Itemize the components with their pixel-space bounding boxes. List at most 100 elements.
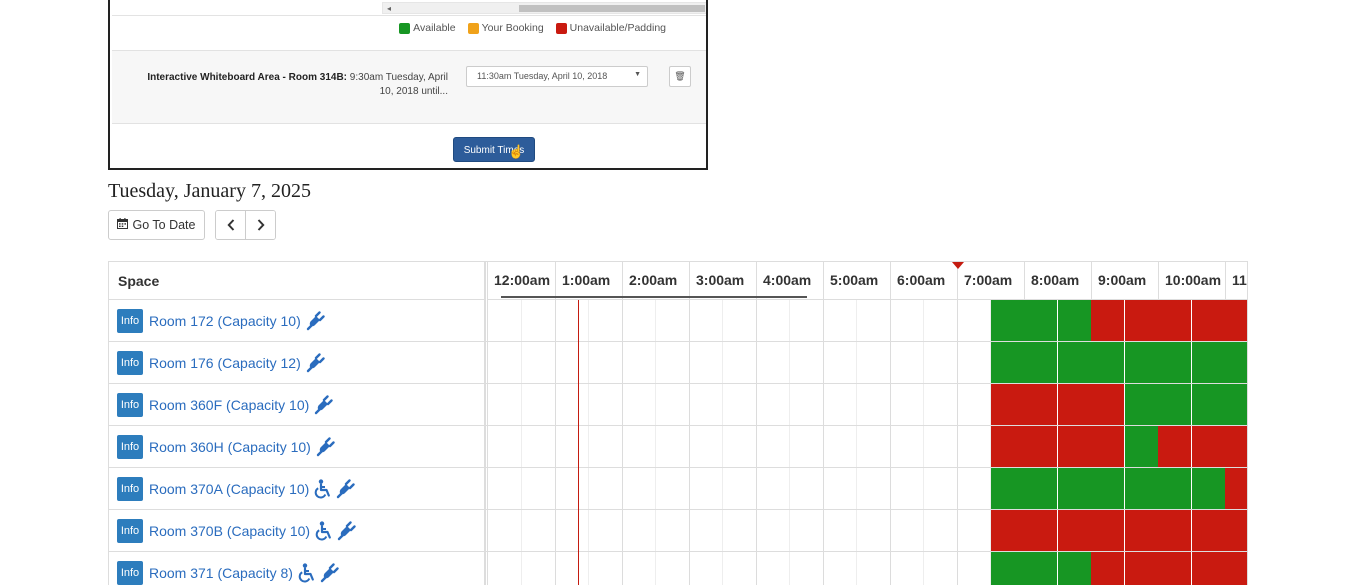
time-slot-available[interactable] (1057, 468, 1092, 509)
time-slot-available[interactable] (1124, 384, 1159, 425)
hour-label: 7:00am (957, 262, 1024, 300)
time-slot-empty (756, 300, 790, 341)
hour-label: 8:00am (1024, 262, 1091, 300)
time-slot-empty (589, 300, 623, 341)
table-row: Info Room 360F (Capacity 10) (109, 384, 1247, 426)
room-link[interactable]: Room 360F (Capacity 10) (149, 397, 309, 413)
time-slot-available[interactable] (1191, 468, 1226, 509)
time-slot-empty (488, 300, 522, 341)
info-button[interactable]: Info (117, 518, 143, 543)
time-slot-available[interactable] (1124, 426, 1159, 467)
time-slot-available[interactable] (1158, 468, 1192, 509)
table-row: Info Room 370B (Capacity 10) (109, 510, 1247, 552)
time-slot-available[interactable] (1191, 384, 1226, 425)
time-slot-empty (957, 510, 991, 551)
space-rows: Info Room 172 (Capacity 10) Info Room 176 (… (109, 300, 1247, 585)
previous-day-button[interactable] (216, 211, 245, 239)
info-button[interactable]: Info (117, 476, 143, 501)
room-link[interactable]: Room 172 (Capacity 10) (149, 313, 301, 329)
time-slot-empty (957, 384, 991, 425)
time-slot-empty (723, 552, 757, 585)
time-slot-unavailable (1191, 552, 1226, 585)
time-slot-available[interactable] (1225, 342, 1247, 383)
time-slot-empty (890, 384, 924, 425)
time-slot-unavailable (1225, 468, 1247, 509)
time-slot-unavailable (1091, 552, 1125, 585)
info-button[interactable]: Info (117, 308, 143, 333)
time-slot-empty (890, 426, 924, 467)
time-slot-empty (957, 468, 991, 509)
time-slot-unavailable (1057, 426, 1092, 467)
time-slot-empty (924, 468, 958, 509)
table-row: Info Room 172 (Capacity 10) (109, 300, 1247, 342)
time-slot-empty (823, 468, 857, 509)
hour-label: 5:00am (823, 262, 890, 300)
trash-icon: 🗑 (669, 66, 691, 87)
info-button[interactable]: Info (117, 392, 143, 417)
time-slot-empty (488, 426, 522, 467)
room-link[interactable]: Room 370A (Capacity 10) (149, 481, 309, 497)
legend-swatch-your-booking (467, 22, 479, 34)
time-slot-empty (890, 552, 924, 585)
info-button[interactable]: Info (117, 350, 143, 375)
time-slot-available[interactable] (1024, 342, 1058, 383)
time-slot-available[interactable] (1024, 468, 1058, 509)
time-slot-empty (857, 426, 891, 467)
time-slot-available[interactable] (1024, 552, 1058, 585)
room-link[interactable]: Room 370B (Capacity 10) (149, 523, 310, 539)
time-slot-unavailable (990, 510, 1025, 551)
time-slot-empty (656, 468, 690, 509)
time-slot-empty (689, 552, 723, 585)
time-slot-available[interactable] (1158, 342, 1192, 383)
time-slot-empty (723, 342, 757, 383)
time-slots (488, 300, 1247, 341)
room-link[interactable]: Room 371 (Capacity 8) (149, 565, 293, 581)
next-day-button[interactable] (245, 211, 275, 239)
time-slot-empty (924, 552, 958, 585)
time-slot-available[interactable] (1057, 300, 1092, 341)
time-slot-available[interactable] (1091, 468, 1125, 509)
time-slot-unavailable (1191, 300, 1226, 341)
time-slot-empty (790, 384, 824, 425)
time-slot-available[interactable] (990, 552, 1025, 585)
time-slot-empty (656, 300, 690, 341)
time-slot-available[interactable] (1024, 300, 1058, 341)
legend-item-your-booking: Your Booking (467, 22, 544, 34)
hour-label: 12:00am (494, 272, 551, 288)
time-slot-available[interactable] (990, 468, 1025, 509)
hour-label: 10:00am (1158, 262, 1225, 300)
time-slot-unavailable (1158, 510, 1192, 551)
time-slot-unavailable (1057, 384, 1092, 425)
room-link[interactable]: Room 360H (Capacity 10) (149, 439, 311, 455)
time-slot-available[interactable] (990, 342, 1025, 383)
time-slot-empty (656, 342, 690, 383)
time-slot-available[interactable] (1057, 342, 1092, 383)
info-button[interactable]: Info (117, 434, 143, 459)
room-link[interactable]: Room 176 (Capacity 12) (149, 355, 301, 371)
go-to-date-button[interactable]: Go To Date (108, 210, 205, 240)
time-slot-available[interactable] (1057, 552, 1092, 585)
time-slot-available[interactable] (990, 300, 1025, 341)
scrollbar-thumb (519, 5, 705, 12)
time-slot-empty (622, 342, 656, 383)
info-button[interactable]: Info (117, 560, 143, 585)
time-slot-empty (857, 552, 891, 585)
power-plug-icon (319, 562, 339, 583)
time-slot-empty (756, 384, 790, 425)
time-slot-available[interactable] (1225, 384, 1247, 425)
end-time-select: 11:30am Tuesday, April 10, 2018 ▼ (466, 66, 648, 87)
time-slot-empty (488, 468, 522, 509)
time-slot-empty (823, 342, 857, 383)
legend-label: Your Booking (481, 22, 544, 34)
time-slot-available[interactable] (1091, 342, 1125, 383)
time-slot-available[interactable] (1124, 468, 1159, 509)
time-slot-available[interactable] (1158, 384, 1192, 425)
hour-label: 3:00am (689, 262, 756, 300)
time-slot-empty (622, 552, 656, 585)
time-slot-available[interactable] (1124, 342, 1159, 383)
time-slot-available[interactable] (1191, 342, 1226, 383)
space-cell: Info Room 371 (Capacity 8) (109, 552, 485, 585)
time-slot-empty (589, 384, 623, 425)
time-slot-empty (823, 552, 857, 585)
go-to-date-label: Go To Date (132, 218, 196, 232)
